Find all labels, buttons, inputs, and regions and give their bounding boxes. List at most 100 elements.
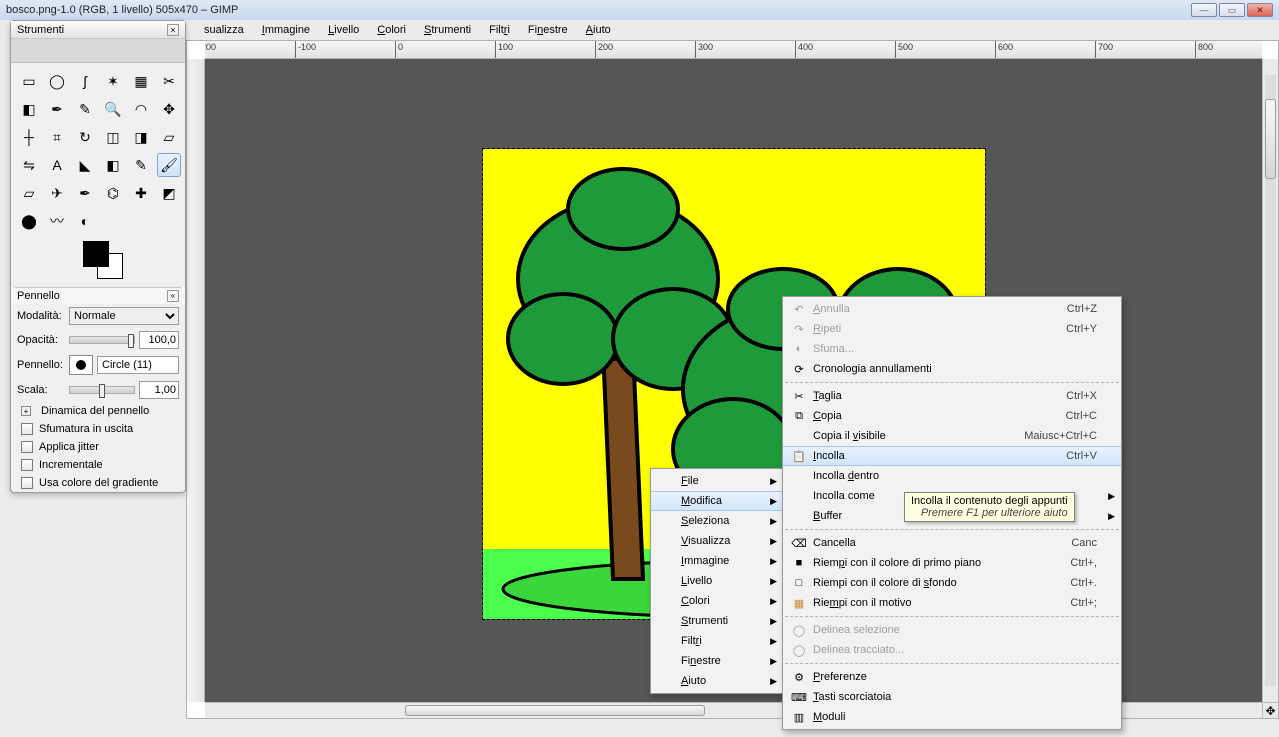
ctx-sub-cancella[interactable]: ⌫CancellaCanc: [783, 533, 1121, 553]
ctx-file[interactable]: File▶: [651, 471, 783, 491]
brush-preview[interactable]: [69, 355, 93, 375]
fade-checkbox[interactable]: [21, 423, 33, 435]
tool-rect-select[interactable]: ▭: [17, 69, 41, 93]
menu-livello[interactable]: Livello: [320, 22, 367, 38]
tool-move[interactable]: ✥: [157, 97, 181, 121]
ctx-aiuto[interactable]: Aiuto▶: [651, 671, 783, 691]
tool-options-title: Pennello: [17, 290, 60, 302]
opacity-slider[interactable]: [69, 336, 135, 344]
tool-rotate[interactable]: ↻: [73, 125, 97, 149]
ctx-immagine[interactable]: Immagine▶: [651, 551, 783, 571]
ctx-finestre[interactable]: Finestre▶: [651, 651, 783, 671]
tool-zoom[interactable]: 🔍: [101, 97, 125, 121]
tool-blur[interactable]: ⬤: [17, 209, 41, 233]
ctx-sub-incolla-dentro[interactable]: Incolla dentro: [783, 466, 1121, 486]
scale-label: Scala:: [17, 384, 65, 396]
menu-aiuto[interactable]: Aiuto: [578, 22, 619, 38]
minimize-button[interactable]: —: [1191, 3, 1217, 17]
toolbox-logo: [11, 39, 185, 63]
incremental-checkbox[interactable]: [21, 459, 33, 471]
fg-color-swatch[interactable]: [83, 241, 109, 267]
tool-scale[interactable]: ◫: [101, 125, 125, 149]
tool-by-color-select[interactable]: ▦: [129, 69, 153, 93]
ctx-filtri[interactable]: Filtri▶: [651, 631, 783, 651]
collapse-icon[interactable]: «: [167, 290, 179, 302]
ctx-sub-riempi-con-il-colore-di-primo-piano[interactable]: ■Riempi con il colore di primo pianoCtrl…: [783, 553, 1121, 573]
tool-ink[interactable]: ✒: [73, 181, 97, 205]
tool-fuzzy-select[interactable]: ✶: [101, 69, 125, 93]
tool-perspective[interactable]: ▱: [157, 125, 181, 149]
ctx-sub-preferenze[interactable]: ⚙Preferenze: [783, 667, 1121, 687]
tool-color-picker[interactable]: ✎: [73, 97, 97, 121]
tool-blend[interactable]: ◧: [101, 153, 125, 177]
ctx-sub-annulla: ↶AnnullaCtrl+Z: [783, 299, 1121, 319]
tool-heal[interactable]: ✚: [129, 181, 153, 205]
ctx-seleziona[interactable]: Seleziona▶: [651, 511, 783, 531]
close-button[interactable]: ✕: [1247, 3, 1273, 17]
ctx-sub-copia[interactable]: ⧉CopiaCtrl+C: [783, 406, 1121, 426]
opacity-label: Opacità:: [17, 334, 65, 346]
jitter-checkbox[interactable]: [21, 441, 33, 453]
tool-options-header[interactable]: Pennello «: [11, 288, 185, 304]
tool-bucket[interactable]: ◣: [73, 153, 97, 177]
ctx-modifica[interactable]: Modifica▶: [651, 491, 783, 511]
scale-value[interactable]: [139, 381, 179, 399]
ctx-sub-riempi-con-il-motivo[interactable]: ▦Riempi con il motivoCtrl+;: [783, 593, 1121, 613]
brush-label: Pennello:: [17, 359, 65, 371]
ctx-sub-cronologia-annullamenti[interactable]: ⟳Cronologia annullamenti: [783, 359, 1121, 379]
toolbox-title: Strumenti: [17, 24, 64, 36]
tool-clone[interactable]: ⌬: [101, 181, 125, 205]
expand-icon[interactable]: +: [21, 406, 31, 416]
menu-colori[interactable]: Colori: [369, 22, 414, 38]
maximize-button[interactable]: ▭: [1219, 3, 1245, 17]
color-swatches[interactable]: [11, 239, 185, 287]
menu-filtri[interactable]: Filtri: [481, 22, 518, 38]
tool-airbrush[interactable]: ✈: [45, 181, 69, 205]
ctx-sub-taglia[interactable]: ✂TagliaCtrl+X: [783, 386, 1121, 406]
menu-visualizza[interactable]: sualizza: [196, 22, 252, 38]
toolbox-close-icon[interactable]: ×: [167, 24, 179, 36]
tool-align[interactable]: ┼: [17, 125, 41, 149]
tool-eraser[interactable]: ▱: [17, 181, 41, 205]
tool-ellipse-select[interactable]: ◯: [45, 69, 69, 93]
tool-measure[interactable]: ◠: [129, 97, 153, 121]
toolbox-titlebar[interactable]: Strumenti ×: [11, 21, 185, 39]
brush-name[interactable]: Circle (11): [97, 356, 179, 374]
menu-strumenti[interactable]: Strumenti: [416, 22, 479, 38]
ctx-sub-delinea-selezione: ◯Delinea selezione: [783, 620, 1121, 640]
tool-free-select[interactable]: ʃ: [73, 69, 97, 93]
ctx-sub-delinea-tracciato-: ◯Delinea tracciato...: [783, 640, 1121, 660]
ctx-sub-tasti-scorciatoia[interactable]: ⌨Tasti scorciatoia: [783, 687, 1121, 707]
tool-text[interactable]: A: [45, 153, 69, 177]
ctx-sub-copia-il-visibile[interactable]: Copia il visibileMaiusc+Ctrl+C: [783, 426, 1121, 446]
tool-perspective-clone[interactable]: ◩: [157, 181, 181, 205]
tool-paintbrush[interactable]: 🖌: [157, 153, 181, 177]
ctx-visualizza[interactable]: Visualizza▶: [651, 531, 783, 551]
ctx-sub-incolla[interactable]: 📋IncollaCtrl+V: [783, 446, 1121, 466]
scale-slider[interactable]: [69, 386, 135, 394]
menu-finestre[interactable]: Finestre: [520, 22, 576, 38]
tool-foreground[interactable]: ◧: [17, 97, 41, 121]
ctx-livello[interactable]: Livello▶: [651, 571, 783, 591]
mode-select[interactable]: Normale: [69, 307, 179, 325]
ctx-sub-moduli[interactable]: ▥Moduli: [783, 707, 1121, 727]
ctx-colori[interactable]: Colori▶: [651, 591, 783, 611]
opacity-value[interactable]: [139, 331, 179, 349]
tool-crop[interactable]: ⌗: [45, 125, 69, 149]
ctx-strumenti[interactable]: Strumenti▶: [651, 611, 783, 631]
tool-shear[interactable]: ◨: [129, 125, 153, 149]
tool-paths[interactable]: ✒: [45, 97, 69, 121]
navigation-icon[interactable]: ✥: [1262, 702, 1278, 718]
fade-label: Sfumatura in uscita: [39, 423, 133, 435]
ctx-sub-riempi-con-il-colore-di-sfondo[interactable]: □Riempi con il colore di sfondoCtrl+.: [783, 573, 1121, 593]
brush-dynamics-label[interactable]: Dinamica del pennello: [41, 405, 149, 417]
gradient-color-checkbox[interactable]: [21, 477, 33, 489]
tool-flip[interactable]: ⇋: [17, 153, 41, 177]
tool-scissors[interactable]: ✂: [157, 69, 181, 93]
tool-smudge[interactable]: 〰: [45, 209, 69, 233]
menu-immagine[interactable]: Immagine: [254, 22, 318, 38]
tool-grid: ▭◯ʃ✶▦✂◧✒✎🔍◠✥┼⌗↻◫◨▱⇋A◣◧✎🖌▱✈✒⌬✚◩⬤〰◐: [11, 63, 185, 239]
scrollbar-vertical[interactable]: [1262, 59, 1278, 702]
tool-dodge[interactable]: ◐: [73, 209, 97, 233]
tool-pencil[interactable]: ✎: [129, 153, 153, 177]
